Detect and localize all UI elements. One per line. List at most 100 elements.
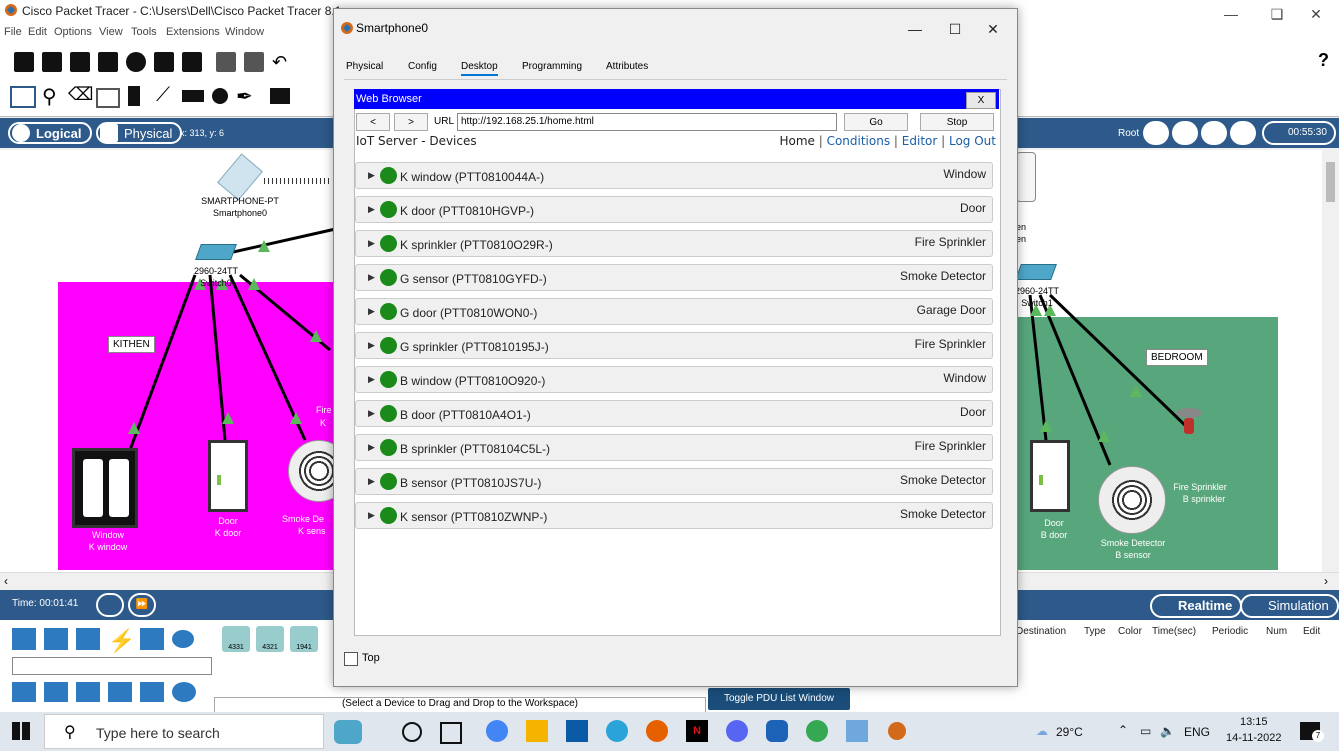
- wireless-category-icon[interactable]: [108, 682, 132, 702]
- nav-home-link[interactable]: Home: [779, 134, 814, 148]
- misc-icon[interactable]: [140, 628, 164, 650]
- discord-icon[interactable]: [726, 720, 748, 742]
- browser-back-button[interactable]: <: [356, 113, 390, 131]
- taskbar-app-widget-icon[interactable]: [334, 720, 362, 744]
- expand-arrow-icon: ▶: [368, 374, 375, 384]
- file-explorer-icon[interactable]: [526, 720, 548, 742]
- power-cycle-icon[interactable]: [96, 593, 124, 617]
- task-view-icon[interactable]: [440, 722, 462, 744]
- chrome-icon[interactable]: [486, 720, 508, 742]
- tab-programming[interactable]: Programming: [522, 61, 582, 72]
- b-fire-sprinkler-icon[interactable]: [1176, 408, 1202, 438]
- weather-temp[interactable]: 29°C: [1056, 725, 1083, 739]
- image-viewer-icon[interactable]: [846, 720, 868, 742]
- k-door-icon[interactable]: [208, 440, 248, 512]
- edge-icon[interactable]: [606, 720, 628, 742]
- vertical-scroll-thumb[interactable]: [1326, 162, 1335, 202]
- device-row[interactable]: ▶ G sensor (PTT0810GYFD-) Smoke Detector: [355, 264, 993, 291]
- dialog-title: Smartphone0: [356, 21, 429, 35]
- status-message: (Select a Device to Drag and Drop to the…: [214, 697, 706, 713]
- end-devices-icon[interactable]: [44, 628, 68, 650]
- clock-time[interactable]: 13:15: [1240, 716, 1268, 728]
- dialog-close-button[interactable]: ✕: [976, 17, 1010, 41]
- connections-icon[interactable]: ⚡: [108, 628, 135, 654]
- firefox-icon[interactable]: [646, 720, 668, 742]
- k-window-name-label: K window: [88, 542, 128, 552]
- expand-arrow-icon: ▶: [368, 306, 375, 316]
- router-4321-icon[interactable]: 4321: [256, 626, 284, 652]
- tab-physical[interactable]: Physical: [346, 61, 383, 72]
- k-door-name-label: K door: [214, 528, 242, 538]
- device-row[interactable]: ▶ B window (PTT0810O920-) Window: [355, 366, 993, 393]
- chrome-profile-icon[interactable]: [806, 720, 828, 742]
- scroll-right-icon[interactable]: ›: [1324, 574, 1328, 588]
- toggle-pdu-list-button[interactable]: Toggle PDU List Window: [708, 688, 850, 710]
- dialog-minimize-button[interactable]: —: [898, 17, 932, 41]
- switch0-model-label: 2960-24TT: [193, 266, 239, 276]
- network-devices-icon[interactable]: [12, 628, 36, 650]
- packet-tracer-task-icon[interactable]: [886, 720, 908, 742]
- battery-icon[interactable]: ▭: [1140, 724, 1151, 738]
- start-icon[interactable]: [12, 722, 30, 740]
- device-row[interactable]: ▶ B sensor (PTT0810JS7U-) Smoke Detector: [355, 468, 993, 495]
- router-1941-icon[interactable]: 1941: [290, 626, 318, 652]
- notification-icon[interactable]: 7: [1300, 722, 1324, 742]
- browser-go-button[interactable]: Go: [844, 113, 908, 131]
- tray-overflow-icon[interactable]: ⌃: [1118, 723, 1128, 737]
- device-row[interactable]: ▶ B door (PTT0810A4O1-) Door: [355, 400, 993, 427]
- device-type: Window: [943, 371, 986, 385]
- dialog-maximize-button[interactable]: ☐: [938, 17, 972, 41]
- device-type: Fire Sprinkler: [914, 337, 986, 351]
- device-row[interactable]: ▶ G door (PTT0810WON0-) Garage Door: [355, 298, 993, 325]
- mail-icon[interactable]: [566, 720, 588, 742]
- device-row[interactable]: ▶ K window (PTT0810044A-) Window: [355, 162, 993, 189]
- wan-category-icon[interactable]: [172, 682, 196, 702]
- nav-editor-link[interactable]: Editor: [902, 134, 938, 148]
- device-type-field[interactable]: [12, 657, 212, 675]
- realtime-label: Realtime: [1178, 598, 1233, 613]
- bedroom-label[interactable]: BEDROOM: [1146, 349, 1208, 366]
- top-checkbox[interactable]: [344, 652, 358, 666]
- nav-logout-link[interactable]: Log Out: [949, 134, 996, 148]
- partial-device-icon[interactable]: [1016, 152, 1036, 202]
- url-input[interactable]: http://192.168.25.1/home.html: [457, 113, 837, 131]
- device-type: Door: [959, 405, 986, 419]
- web-browser-close-button[interactable]: X: [966, 92, 996, 109]
- scroll-left-icon[interactable]: ‹: [4, 574, 8, 588]
- b-door-icon[interactable]: [1030, 440, 1070, 512]
- teams-icon[interactable]: [766, 720, 788, 742]
- device-row[interactable]: ▶ K sprinkler (PTT0810O29R-) Fire Sprinkle…: [355, 230, 993, 257]
- router-category-icon[interactable]: [12, 682, 36, 702]
- security-category-icon[interactable]: [140, 682, 164, 702]
- netflix-icon[interactable]: N: [686, 720, 708, 742]
- browser-forward-button[interactable]: >: [394, 113, 428, 131]
- device-row[interactable]: ▶ G sprinkler (PTT0810195J-) Fire Sprinkle…: [355, 332, 993, 359]
- volume-icon[interactable]: 🔈: [1160, 724, 1175, 738]
- components-icon[interactable]: [76, 628, 100, 650]
- device-row[interactable]: ▶ K door (PTT0810HGVP-) Door: [355, 196, 993, 223]
- switch-category-icon[interactable]: [44, 682, 68, 702]
- cortana-icon[interactable]: [402, 722, 422, 742]
- pdu-col-type: Type: [1084, 626, 1106, 637]
- clock-date[interactable]: 14-11-2022: [1226, 732, 1281, 744]
- browser-stop-button[interactable]: Stop: [920, 113, 994, 131]
- router-4331-icon[interactable]: 4331: [222, 626, 250, 652]
- device-row[interactable]: ▶ B sprinkler (PTT08104C5L-) Fire Sprinkle…: [355, 434, 993, 461]
- hub-category-icon[interactable]: [76, 682, 100, 702]
- vertical-scrollbar[interactable]: [1322, 150, 1339, 572]
- k-window-icon[interactable]: [72, 448, 138, 528]
- simulation-button[interactable]: Simulation: [1240, 594, 1339, 618]
- multiuser-icon[interactable]: [172, 630, 194, 648]
- tab-config[interactable]: Config: [408, 61, 437, 72]
- b-smoke-detector-icon[interactable]: [1098, 466, 1166, 534]
- tab-desktop[interactable]: Desktop: [461, 61, 498, 76]
- tab-attributes[interactable]: Attributes: [606, 61, 648, 72]
- switch0-icon[interactable]: [195, 244, 237, 260]
- nav-conditions-link[interactable]: Conditions: [827, 134, 891, 148]
- kitchen-label[interactable]: KITHEN: [108, 336, 155, 353]
- fast-forward-icon[interactable]: ⏩: [128, 593, 156, 617]
- realtime-button[interactable]: Realtime: [1150, 594, 1243, 618]
- language-indicator[interactable]: ENG: [1184, 725, 1210, 739]
- switch1-icon[interactable]: [1015, 264, 1057, 280]
- device-row[interactable]: ▶ K sensor (PTT0810ZWNP-) Smoke Detector: [355, 502, 993, 529]
